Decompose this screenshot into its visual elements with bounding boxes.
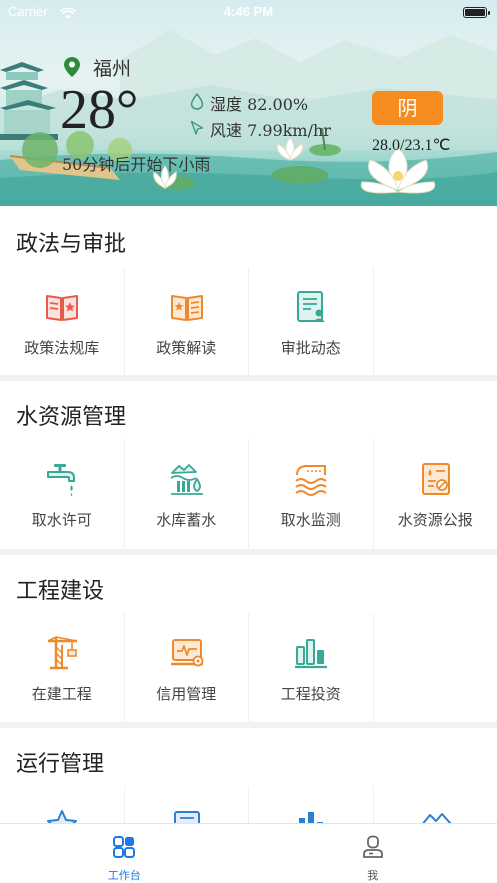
tile-water-bulletin[interactable]: 水资源公报	[373, 439, 497, 549]
tile-operation-1[interactable]	[0, 786, 124, 823]
status-time: 4:46 PM	[223, 4, 274, 19]
tile-label: 政策解读	[156, 339, 217, 357]
star-shield-icon	[47, 810, 77, 823]
wind-speed-value: 风速 7.99km/hr	[210, 121, 331, 140]
status-bar: Carrier 4:46 PM	[0, 0, 497, 26]
bar-chart-icon	[299, 812, 323, 823]
tile-label: 水库蓄水	[156, 511, 217, 529]
tile-label: 水资源公报	[397, 511, 473, 529]
weather-header: Carrier 4:46 PM 福州 28° 50分钟后开始下小雨 湿度 82.…	[0, 0, 497, 206]
tile-credit-management[interactable]: 信用管理	[124, 613, 248, 722]
weather-condition-badge: 阴	[372, 91, 443, 125]
rain-forecast: 50分钟后开始下小雨	[62, 155, 211, 174]
humidity-value: 湿度 82.00%	[210, 95, 309, 114]
tile-projects-under-construction[interactable]: 在建工程	[0, 613, 124, 722]
tile-policy-law-library[interactable]: 政策法规库	[0, 267, 124, 375]
tab-workbench[interactable]: 工作台	[0, 824, 249, 883]
icon-grid: 取水许可 水库蓄水 取水监测 水资源公报	[0, 439, 497, 549]
location-pin-icon	[64, 57, 80, 77]
tile-label: 信用管理	[156, 685, 217, 703]
section-engineering-construction: 工程建设 在建工程 信用管理 工程投资	[0, 555, 497, 722]
faucet-icon	[47, 464, 75, 496]
icon-grid: 政策法规库 政策解读 审批动态	[0, 267, 497, 375]
tile-label: 审批动态	[280, 339, 341, 357]
tile-empty	[373, 613, 497, 722]
section-title: 运行管理	[16, 752, 105, 777]
policy-read-icon	[170, 295, 203, 321]
tile-policy-interpretation[interactable]: 政策解读	[124, 267, 248, 375]
tile-label: 在建工程	[31, 685, 92, 703]
workbench-icon	[113, 836, 135, 858]
tab-label: 工作台	[107, 869, 141, 882]
section-operation-management: 运行管理	[0, 728, 497, 823]
icon-grid	[0, 786, 497, 823]
tile-label: 取水许可	[31, 511, 92, 529]
section-policy-approval: 政法与审批 政策法规库 政策解读 审批动态	[0, 206, 497, 375]
credit-monitor-icon	[170, 639, 203, 667]
tile-operation-4[interactable]	[373, 786, 497, 823]
tile-water-permit[interactable]: 取水许可	[0, 439, 124, 549]
humidity-icon	[190, 93, 204, 110]
tile-operation-2[interactable]	[124, 786, 248, 823]
tile-water-monitoring[interactable]: 取水监测	[249, 439, 373, 549]
approval-icon	[297, 291, 325, 322]
section-water-resources: 水资源管理 取水许可 水库蓄水 取水监测 水资源公报	[0, 381, 497, 549]
current-temperature: 28°	[60, 79, 139, 141]
section-title: 政法与审批	[16, 232, 127, 257]
wind-direction-icon	[190, 120, 204, 135]
document-icon	[173, 811, 200, 823]
user-profile-icon	[362, 835, 383, 858]
tile-label: 取水监测	[280, 511, 341, 529]
temperature-range: 28.0/23.1℃	[372, 137, 451, 154]
bulletin-icon	[421, 463, 450, 495]
tab-label: 我	[367, 869, 379, 882]
reservoir-icon	[170, 464, 203, 495]
bar-chart-icon	[295, 639, 327, 669]
tile-approval-news[interactable]: 审批动态	[249, 267, 373, 375]
tile-operation-3[interactable]	[249, 786, 373, 823]
mountain-water-icon	[421, 813, 451, 823]
tile-reservoir-storage[interactable]: 水库蓄水	[124, 439, 248, 549]
law-book-icon	[46, 295, 78, 321]
tile-empty	[373, 267, 497, 375]
section-title: 工程建设	[16, 579, 105, 604]
tile-project-investment[interactable]: 工程投资	[249, 613, 373, 722]
section-title: 水资源管理	[16, 405, 127, 430]
battery-icon	[463, 7, 487, 18]
icon-grid: 在建工程 信用管理 工程投资	[0, 613, 497, 722]
tile-label: 工程投资	[280, 685, 341, 703]
crane-icon	[47, 636, 78, 670]
tab-me[interactable]: 我	[249, 824, 497, 883]
bottom-tab-bar: 工作台 我	[0, 823, 497, 883]
water-monitor-icon	[295, 465, 327, 496]
tile-label: 政策法规库	[24, 339, 100, 357]
city-name[interactable]: 福州	[93, 54, 131, 81]
